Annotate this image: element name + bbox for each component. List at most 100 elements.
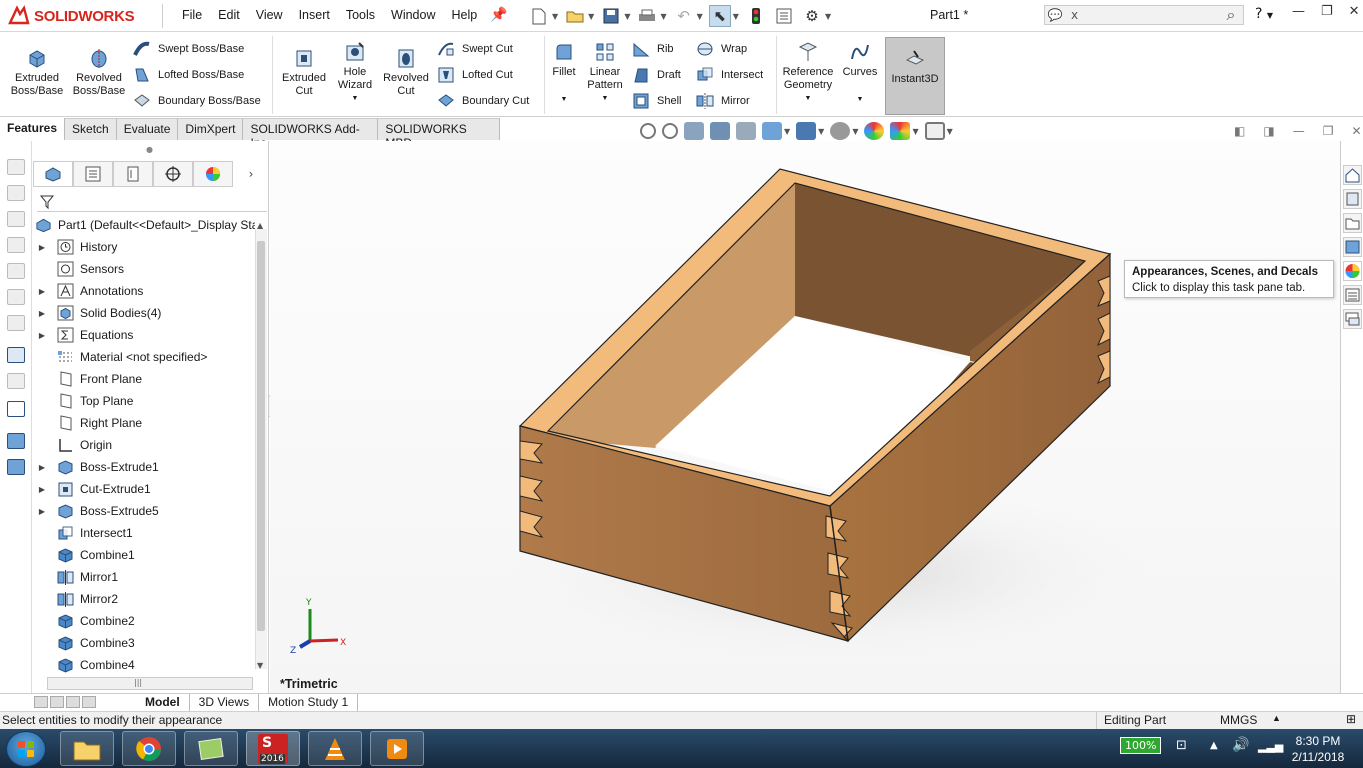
display-manager-tab-icon[interactable] bbox=[193, 161, 233, 187]
tree-root[interactable]: Part1 (Default<<Default>_Display Sta bbox=[33, 214, 255, 236]
chevron-down-icon[interactable]: ▼ bbox=[352, 92, 359, 105]
expand-arrow-icon[interactable]: ▶ bbox=[37, 331, 47, 340]
chevron-down-icon[interactable]: ▼ bbox=[818, 127, 824, 136]
draft-button[interactable]: Draft bbox=[632, 65, 681, 85]
tab-solidworks-add-ins[interactable]: SOLIDWORKS Add-Ins bbox=[243, 118, 379, 150]
tree-item-boss-extrude5[interactable]: ▶ Boss-Extrude5 bbox=[33, 500, 255, 522]
chevron-down-icon[interactable]: ▼ bbox=[784, 127, 790, 136]
dimxpert-manager-tab-icon[interactable] bbox=[153, 161, 193, 187]
revolved-cut-button[interactable]: Revolved Cut bbox=[380, 47, 432, 98]
section-view-icon[interactable] bbox=[710, 122, 730, 140]
save-icon[interactable] bbox=[600, 5, 622, 27]
signal-icon[interactable]: ▂▃▅ bbox=[1258, 740, 1283, 753]
chevron-up-icon[interactable]: ▲ bbox=[1272, 713, 1281, 723]
expand-arrow-icon[interactable]: ▶ bbox=[37, 485, 47, 494]
extruded-cut-button[interactable]: Extruded Cut bbox=[277, 47, 331, 98]
tab-model[interactable]: Model bbox=[136, 693, 190, 712]
solidworks-taskbar-icon[interactable]: S 2016 bbox=[246, 731, 300, 766]
boundary-boss-button[interactable]: Boundary Boss/Base bbox=[133, 91, 261, 111]
system-clock[interactable]: 8:30 PM 2/11/2018 bbox=[1286, 733, 1350, 765]
view-settings-icon[interactable] bbox=[924, 122, 945, 140]
next-window-icon[interactable]: ◨ bbox=[1263, 124, 1274, 138]
chevron-down-icon[interactable]: ▼ bbox=[852, 127, 858, 136]
prev-tab-icon[interactable] bbox=[50, 695, 64, 708]
tab-dimxpert[interactable]: DimXpert bbox=[178, 118, 244, 140]
view-orientation-icon[interactable] bbox=[762, 122, 782, 140]
rail-tool-icon[interactable] bbox=[7, 211, 25, 227]
expand-arrow-icon[interactable]: ▶ bbox=[37, 243, 47, 252]
tab-solidworks-mbd[interactable]: SOLIDWORKS MBD bbox=[378, 118, 500, 150]
expand-arrow-icon[interactable]: ▶ bbox=[37, 287, 47, 296]
tree-item-top-plane[interactable]: Top Plane bbox=[33, 390, 255, 412]
close-icon[interactable]: ✕ bbox=[1349, 4, 1360, 19]
expand-arrow-icon[interactable]: ▶ bbox=[37, 309, 47, 318]
restore-icon[interactable]: ❐ bbox=[1321, 4, 1333, 19]
chevron-down-icon[interactable]: ▼ bbox=[561, 93, 568, 106]
lofted-boss-button[interactable]: Lofted Boss/Base bbox=[133, 65, 244, 85]
network-icon[interactable]: ⊡ bbox=[1176, 738, 1187, 753]
menu-tools[interactable]: Tools bbox=[338, 8, 383, 22]
last-tab-icon[interactable] bbox=[82, 695, 96, 708]
apply-scene-icon[interactable] bbox=[890, 122, 911, 140]
select-arrow-icon[interactable]: ⬉ bbox=[708, 5, 731, 27]
chevron-down-icon[interactable]: ▼ bbox=[947, 127, 953, 136]
menu-file[interactable]: File bbox=[174, 8, 210, 22]
property-manager-tab-icon[interactable] bbox=[73, 161, 113, 187]
tree-item-combine2[interactable]: Combine2 bbox=[33, 610, 255, 632]
tree-item-annotations[interactable]: ▶ Annotations bbox=[33, 280, 255, 302]
tab-3d-views[interactable]: 3D Views bbox=[190, 693, 260, 712]
tree-item-equations[interactable]: ▶ Equations bbox=[33, 324, 255, 346]
panel-grip-icon[interactable]: ● bbox=[146, 145, 153, 154]
search-commands-icon[interactable]: 💬 bbox=[1045, 8, 1065, 22]
viewport-restore-icon[interactable]: ❐ bbox=[1323, 124, 1334, 138]
rebuild-icon[interactable] bbox=[745, 5, 767, 27]
revolved-boss-button[interactable]: Revolved Boss/Base bbox=[70, 47, 128, 98]
dynamic-annotation-icon[interactable] bbox=[736, 122, 756, 140]
tree-item-intersect1[interactable]: Intersect1 bbox=[33, 522, 255, 544]
rail-tool-icon[interactable] bbox=[7, 315, 25, 331]
mirror-button[interactable]: Mirror bbox=[696, 91, 750, 111]
intersect-button[interactable]: Intersect bbox=[696, 65, 763, 85]
units-selector[interactable]: MMGS bbox=[1220, 713, 1257, 727]
chevron-down-icon[interactable]: ▼ bbox=[912, 127, 918, 136]
design-library-icon[interactable] bbox=[1343, 189, 1362, 209]
tree-item-origin[interactable]: Origin bbox=[33, 434, 255, 456]
custom-properties-icon[interactable] bbox=[1343, 285, 1362, 305]
reference-geometry-button[interactable]: Reference Geometry ▼ bbox=[780, 41, 836, 105]
menu-help[interactable]: Help bbox=[444, 8, 486, 22]
solidworks-resources-home-icon[interactable] bbox=[1343, 165, 1362, 185]
zoom-to-fit-icon[interactable] bbox=[640, 123, 656, 139]
chevron-down-icon[interactable]: ▼ bbox=[805, 92, 812, 105]
tree-filter[interactable] bbox=[37, 192, 267, 212]
tree-item-right-plane[interactable]: Right Plane bbox=[33, 412, 255, 434]
tab-motion-study-1[interactable]: Motion Study 1 bbox=[259, 693, 359, 712]
tree-item-combine3[interactable]: Combine3 bbox=[33, 632, 255, 654]
appearances-scenes-decals-icon[interactable] bbox=[1343, 261, 1362, 281]
extrude-icon[interactable] bbox=[7, 433, 25, 449]
sketch-icon[interactable] bbox=[7, 347, 25, 363]
file-explorer-icon[interactable] bbox=[1343, 213, 1362, 233]
tab-features[interactable]: Features bbox=[0, 118, 66, 140]
chevron-down-icon[interactable]: ▼ bbox=[602, 92, 609, 105]
hide-show-items-icon[interactable] bbox=[830, 122, 851, 140]
curves-button[interactable]: Curves ▼ bbox=[840, 41, 880, 106]
tab-sketch[interactable]: Sketch bbox=[65, 118, 117, 140]
chevron-right-icon[interactable]: › bbox=[233, 167, 269, 181]
hole-wizard-button[interactable]: Hole Wizard ▼ bbox=[333, 41, 377, 105]
chevron-down-icon[interactable]: ▼ bbox=[624, 12, 630, 21]
show-hidden-icons-icon[interactable]: ▲ bbox=[1210, 740, 1218, 751]
menu-insert[interactable]: Insert bbox=[291, 8, 338, 22]
chevron-down-icon[interactable]: ▼ bbox=[660, 12, 666, 21]
rail-tool-icon[interactable] bbox=[7, 289, 25, 305]
lofted-cut-button[interactable]: Lofted Cut bbox=[437, 65, 513, 85]
scroll-up-icon[interactable]: ▲ bbox=[257, 221, 263, 230]
undo-icon[interactable]: ↶ bbox=[673, 5, 695, 27]
tree-item-front-plane[interactable]: Front Plane bbox=[33, 368, 255, 390]
tree-item-mirror1[interactable]: Mirror1 bbox=[33, 566, 255, 588]
scroll-down-icon[interactable]: ▼ bbox=[257, 661, 263, 670]
rib-button[interactable]: Rib bbox=[632, 39, 674, 59]
battery-indicator[interactable]: 100% bbox=[1120, 737, 1162, 754]
options-gear-icon[interactable]: ⚙ bbox=[801, 5, 823, 27]
pin-icon[interactable]: 📌 bbox=[490, 7, 507, 23]
tree-item-sensors[interactable]: Sensors bbox=[33, 258, 255, 280]
